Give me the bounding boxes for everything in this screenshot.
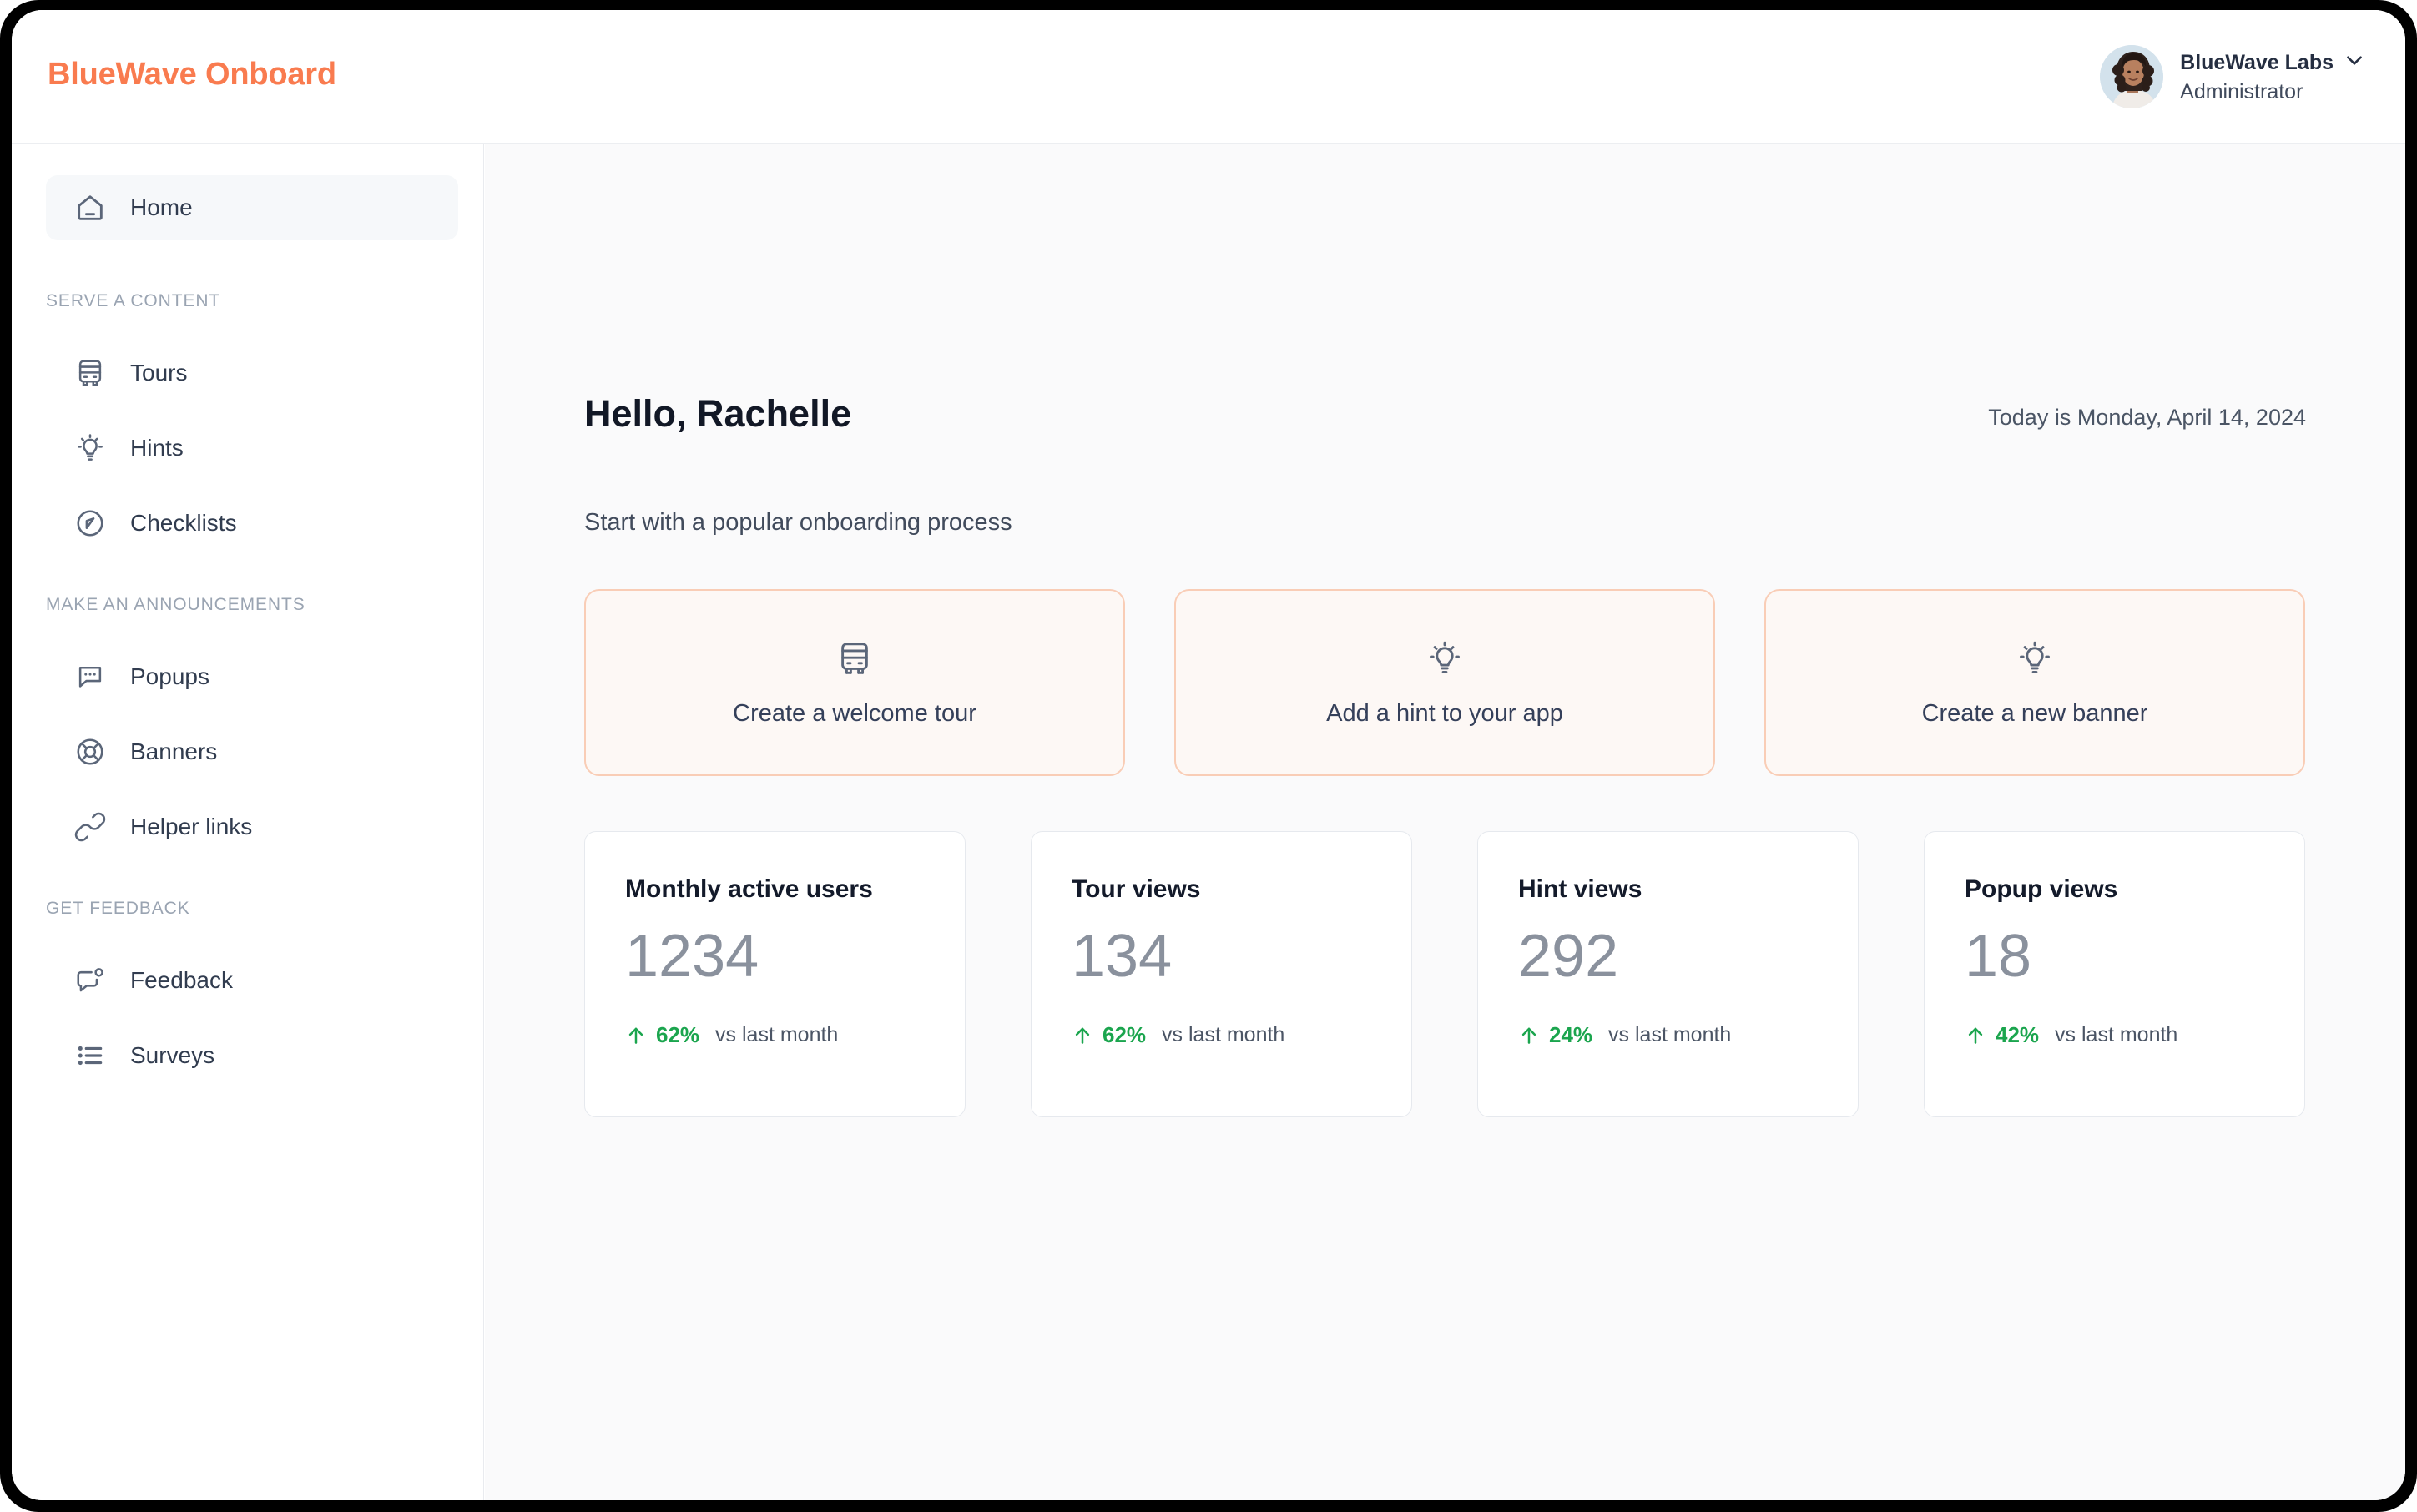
arrow-up-icon xyxy=(1518,1025,1540,1046)
main-content: Hello, Rachelle Today is Monday, April 1… xyxy=(485,144,2405,1500)
bus-icon xyxy=(72,355,108,391)
stat-card-popup-views: Popup views 18 42% vs last month xyxy=(1924,831,2305,1117)
sidebar-item-label: Tours xyxy=(130,360,187,386)
sidebar-item-popups[interactable]: Popups xyxy=(46,644,458,709)
today-date-label: Today is Monday, April 14, 2024 xyxy=(1988,405,2306,431)
sidebar-item-label: Surveys xyxy=(130,1042,214,1069)
stat-card-delta-pct: 62% xyxy=(1103,1022,1146,1048)
sidebar-section-title-make-an-announcements: MAKE AN ANNOUNCEMENTS xyxy=(46,595,305,615)
arrow-up-icon xyxy=(1965,1025,1986,1046)
action-card-label: Add a hint to your app xyxy=(1326,700,1563,728)
sidebar-item-label: Banners xyxy=(130,738,217,765)
action-card-add-hint[interactable]: Add a hint to your app xyxy=(1174,589,1715,776)
stat-card-title: Tour views xyxy=(1072,875,1411,904)
stat-card-value: 292 xyxy=(1518,926,1858,986)
sidebar-item-surveys[interactable]: Surveys xyxy=(46,1023,458,1088)
sidebar-item-label: Checklists xyxy=(130,510,237,537)
sidebar-item-label: Helper links xyxy=(130,814,252,840)
user-org-row: BlueWave Labs xyxy=(2180,49,2365,77)
section-subtitle: Start with a popular onboarding process xyxy=(584,509,1012,537)
brand-logo: BlueWave Onboard xyxy=(48,57,336,93)
sidebar: Home SERVE A CONTENT Tours xyxy=(12,144,484,1500)
top-bar: BlueWave Onboard xyxy=(12,10,2405,144)
arrow-up-icon xyxy=(625,1025,647,1046)
stat-card-delta: 62% vs last month xyxy=(1072,1022,1411,1048)
user-role: Administrator xyxy=(2180,80,2365,104)
stat-card-value: 18 xyxy=(1965,926,2304,986)
feedback-bubble-icon xyxy=(72,962,108,999)
page-title: Hello, Rachelle xyxy=(584,392,851,436)
stat-card-title: Popup views xyxy=(1965,875,2304,904)
stat-card-delta-note: vs last month xyxy=(715,1023,838,1047)
stat-cards-row: Monthly active users 1234 62% vs last mo… xyxy=(584,831,2305,1117)
home-icon xyxy=(72,189,108,226)
sidebar-item-label: Hints xyxy=(130,435,184,461)
action-card-create-welcome-tour[interactable]: Create a welcome tour xyxy=(584,589,1125,776)
stat-card-delta-note: vs last month xyxy=(2055,1023,2177,1047)
lightbulb-icon xyxy=(2015,638,2055,678)
user-text-block: BlueWave Labs Administrator xyxy=(2180,49,2365,104)
bus-icon xyxy=(835,638,875,678)
sidebar-item-home[interactable]: Home xyxy=(46,175,458,240)
sidebar-item-tours[interactable]: Tours xyxy=(46,340,458,406)
stat-card-delta-note: vs last month xyxy=(1162,1023,1284,1047)
sidebar-item-label: Feedback xyxy=(130,967,233,994)
sidebar-item-label: Home xyxy=(130,194,193,221)
chat-bubble-icon xyxy=(72,658,108,695)
user-menu[interactable]: BlueWave Labs Administrator xyxy=(2100,45,2365,108)
list-icon xyxy=(72,1037,108,1074)
stat-card-delta-pct: 24% xyxy=(1549,1022,1592,1048)
app-window: BlueWave Onboard xyxy=(12,10,2405,1500)
stat-card-delta: 42% vs last month xyxy=(1965,1022,2304,1048)
lightbulb-icon xyxy=(1425,638,1465,678)
stat-card-delta: 62% vs last month xyxy=(625,1022,965,1048)
arrow-up-icon xyxy=(1072,1025,1093,1046)
stat-card-title: Hint views xyxy=(1518,875,1858,904)
device-frame: BlueWave Onboard xyxy=(0,0,2417,1512)
stat-card-value: 1234 xyxy=(625,926,965,986)
chevron-down-icon[interactable] xyxy=(2344,49,2365,77)
action-card-label: Create a welcome tour xyxy=(733,700,976,728)
stat-card-delta-note: vs last month xyxy=(1608,1023,1731,1047)
sidebar-item-checklists[interactable]: Checklists xyxy=(46,491,458,556)
compass-icon xyxy=(72,505,108,542)
avatar xyxy=(2100,45,2163,108)
sidebar-item-hints[interactable]: Hints xyxy=(46,416,458,481)
stat-card-monthly-active-users: Monthly active users 1234 62% vs last mo… xyxy=(584,831,966,1117)
stat-card-title: Monthly active users xyxy=(625,875,965,904)
action-cards-row: Create a welcome tour xyxy=(584,589,2305,776)
sidebar-section-title-serve-a-content: SERVE A CONTENT xyxy=(46,291,220,311)
stat-card-delta-pct: 42% xyxy=(1996,1022,2039,1048)
lifebuoy-icon xyxy=(72,733,108,770)
stat-card-delta: 24% vs last month xyxy=(1518,1022,1858,1048)
link-chain-icon xyxy=(72,809,108,845)
action-card-create-banner[interactable]: Create a new banner xyxy=(1764,589,2305,776)
stat-card-tour-views: Tour views 134 62% vs last month xyxy=(1031,831,1412,1117)
action-card-label: Create a new banner xyxy=(1922,700,2148,728)
sidebar-item-label: Popups xyxy=(130,663,209,690)
stat-card-delta-pct: 62% xyxy=(656,1022,699,1048)
user-org-name: BlueWave Labs xyxy=(2180,51,2334,75)
sidebar-item-helper-links[interactable]: Helper links xyxy=(46,794,458,859)
sidebar-item-banners[interactable]: Banners xyxy=(46,719,458,784)
stat-card-value: 134 xyxy=(1072,926,1411,986)
sidebar-section-title-get-feedback: GET FEEDBACK xyxy=(46,899,190,919)
sidebar-item-feedback[interactable]: Feedback xyxy=(46,948,458,1013)
lightbulb-icon xyxy=(72,430,108,466)
stat-card-hint-views: Hint views 292 24% vs last month xyxy=(1477,831,1859,1117)
user-avatar-photo xyxy=(2100,45,2163,108)
